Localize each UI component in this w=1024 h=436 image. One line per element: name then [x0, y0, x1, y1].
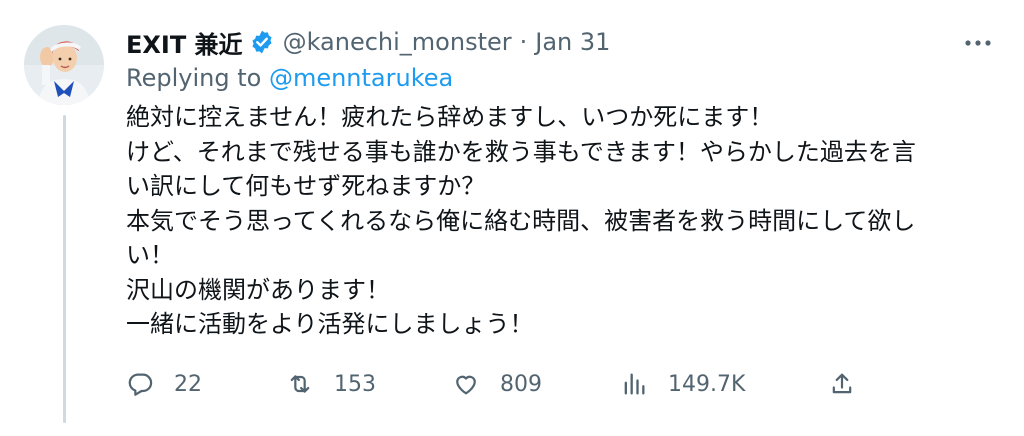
heart-icon — [456, 375, 476, 395]
like-count: 809 — [500, 371, 542, 397]
tweet-text-line: 一緒に活動をより活発にしましょう！ — [126, 310, 534, 338]
retweet-icon — [290, 375, 310, 393]
tweet-text-line: 絶対に控えません！疲れたら辞めますし、いつか死にます！ — [126, 103, 774, 131]
more-options-button[interactable] — [958, 30, 998, 56]
replying-prefix: Replying to — [126, 64, 262, 92]
tweet-text-line: けど、それまで残せる事も誰かを救う事もできます！やらかした過去を言 — [126, 137, 916, 166]
avatar[interactable] — [24, 25, 104, 105]
retweet-button[interactable]: 153 — [286, 366, 376, 402]
analytics-bars-icon — [624, 373, 645, 395]
more-dots-icon — [965, 40, 991, 46]
author-handle[interactable]: @kanechi_monster — [283, 28, 512, 56]
share-button[interactable] — [828, 366, 856, 402]
author-name[interactable]: EXIT 兼近 — [126, 25, 243, 60]
retweet-count: 153 — [334, 371, 376, 397]
like-button[interactable]: 809 — [452, 366, 542, 402]
reply-count: 22 — [174, 371, 202, 397]
reply-bubble-icon — [128, 373, 153, 396]
tweet-text-line: 本気でそう思ってくれるなら俺に絡む時間、被害者を救う時間にして欲し — [126, 206, 916, 235]
action-bar: 22 153 809 149.7K — [126, 366, 866, 402]
header-separator: · — [519, 28, 528, 56]
replying-to: Replying to @menntarukea — [126, 64, 453, 92]
tweet-text: 絶対に控えません！疲れたら辞めますし、いつか死にます！ けど、それまで残せる事も… — [126, 100, 1006, 342]
replying-mention-link[interactable]: @menntarukea — [269, 64, 453, 92]
views-button[interactable]: 149.7K — [620, 366, 745, 402]
tweet-text-line: い訳にして何もせず死ねますか？ — [126, 172, 486, 200]
tweet-text-line: い！ — [126, 241, 174, 269]
share-upload-icon — [832, 373, 852, 394]
avatar-image — [24, 25, 104, 105]
reply-button[interactable]: 22 — [126, 366, 202, 402]
verified-badge-icon — [249, 29, 275, 55]
views-count: 149.7K — [668, 371, 746, 397]
tweet-date[interactable]: Jan 31 — [535, 28, 610, 56]
tweet-card[interactable]: EXIT 兼近 @kanechi_monster · Jan 31 Replyi… — [0, 0, 1024, 436]
thread-line — [63, 115, 66, 423]
tweet-header: EXIT 兼近 @kanechi_monster · Jan 31 — [126, 22, 610, 62]
tweet-text-line: 沢山の機関があります！ — [126, 275, 390, 304]
